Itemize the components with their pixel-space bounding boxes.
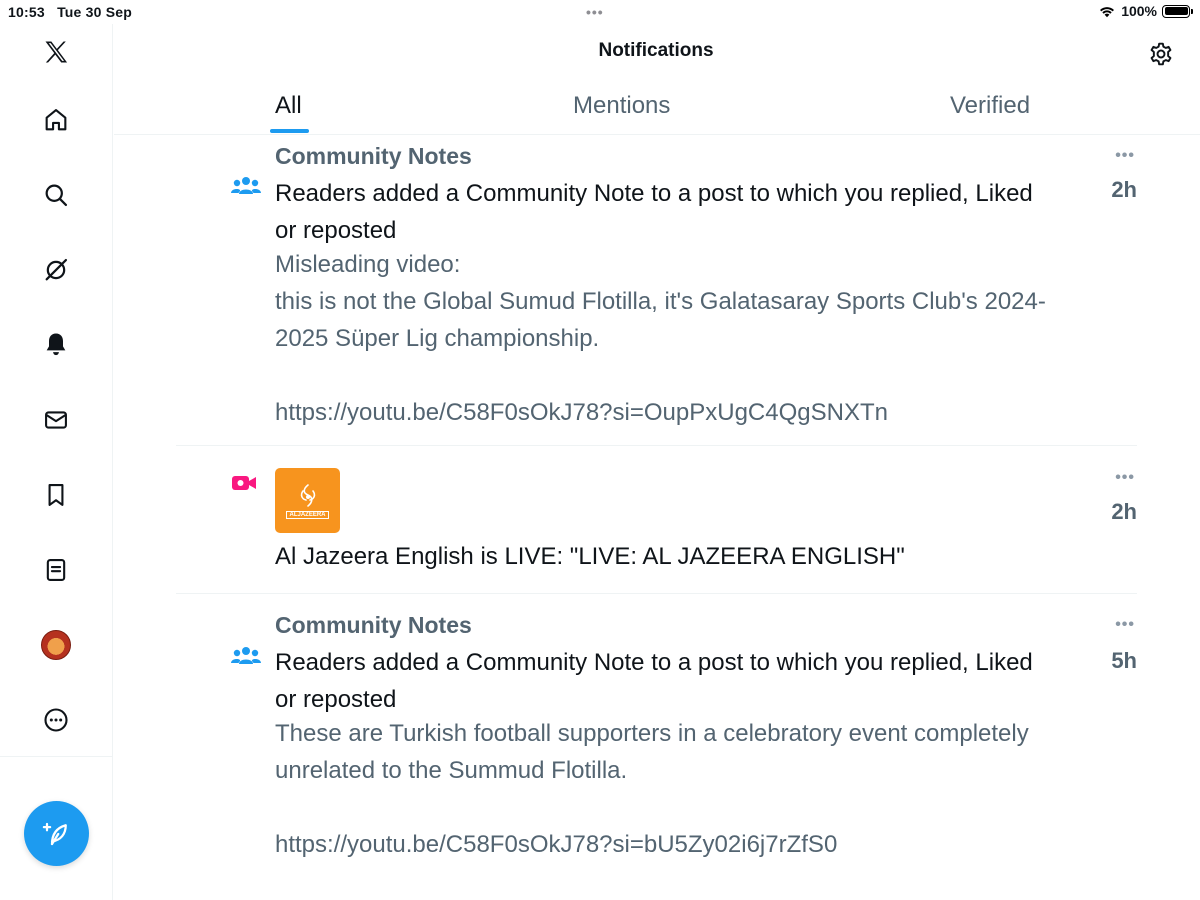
compose-button[interactable] — [24, 801, 89, 866]
bookmark-icon[interactable] — [36, 475, 76, 515]
notification-body: Readers added a Community Note to a post… — [275, 180, 1033, 244]
active-tab-indicator — [270, 129, 309, 133]
community-note-text: Misleading video: this is not the Global… — [275, 251, 1046, 426]
tab-all[interactable]: All — [275, 92, 302, 120]
notification-item[interactable]: Community Notes Readers added a Communit… — [176, 135, 1137, 445]
more-options-icon[interactable] — [36, 700, 76, 740]
sidebar-divider — [0, 756, 113, 757]
community-notes-icon — [231, 175, 261, 204]
multitask-dots[interactable]: ••• — [586, 4, 604, 20]
notification-item[interactable]: ALJAZEERA Al Jazeera English is LIVE: "L… — [176, 446, 1137, 593]
status-time: 10:53 Tue 30 Sep — [8, 4, 132, 20]
live-video-icon — [231, 473, 257, 498]
search-icon[interactable] — [36, 175, 76, 215]
battery-icon — [1162, 4, 1193, 18]
sidebar — [0, 24, 113, 900]
status-bar: 10:53 Tue 30 Sep ••• 100% — [0, 0, 1200, 24]
settings-button[interactable] — [1144, 37, 1178, 71]
tab-verified[interactable]: Verified — [950, 92, 1030, 120]
notification-body: Readers added a Community Note to a post… — [275, 649, 1033, 713]
notification-time: 2h — [1111, 177, 1137, 202]
notification-title: Community Notes — [275, 612, 472, 638]
profile-avatar[interactable] — [36, 625, 76, 665]
lists-icon[interactable] — [36, 550, 76, 590]
notification-item[interactable]: Community Notes Readers added a Communit… — [176, 594, 1137, 900]
compose-feather-icon — [42, 822, 67, 845]
wifi-icon — [1100, 7, 1115, 18]
notification-time: 5h — [1111, 648, 1137, 673]
bell-icon[interactable] — [36, 324, 76, 364]
community-notes-icon — [231, 645, 261, 674]
community-note-text: These are Turkish football supporters in… — [275, 720, 1029, 858]
gear-icon — [1150, 42, 1172, 66]
battery-percent: 100% — [1121, 3, 1157, 19]
notification-tabs: All Mentions Verified — [114, 84, 1200, 135]
more-options-button[interactable]: ••• — [1115, 469, 1135, 487]
status-right: 100% — [1098, 3, 1193, 19]
tab-mentions[interactable]: Mentions — [573, 92, 670, 120]
notification-time: 2h — [1111, 499, 1137, 524]
more-options-button[interactable]: ••• — [1115, 147, 1135, 165]
notification-title: Community Notes — [275, 143, 472, 169]
mail-icon[interactable] — [36, 400, 76, 440]
al-jazeera-emblem-icon — [300, 483, 315, 507]
notification-body: Al Jazeera English is LIVE: "LIVE: AL JA… — [275, 543, 905, 570]
more-options-button[interactable]: ••• — [1115, 616, 1135, 634]
al-jazeera-logo[interactable]: ALJAZEERA — [275, 468, 340, 533]
grok-icon[interactable] — [36, 250, 76, 290]
x-logo-icon[interactable] — [36, 32, 76, 72]
home-icon[interactable] — [36, 100, 76, 140]
al-jazeera-logo-text: ALJAZEERA — [286, 510, 329, 519]
page-title: Notifications — [598, 40, 714, 61]
avatar — [41, 630, 71, 660]
